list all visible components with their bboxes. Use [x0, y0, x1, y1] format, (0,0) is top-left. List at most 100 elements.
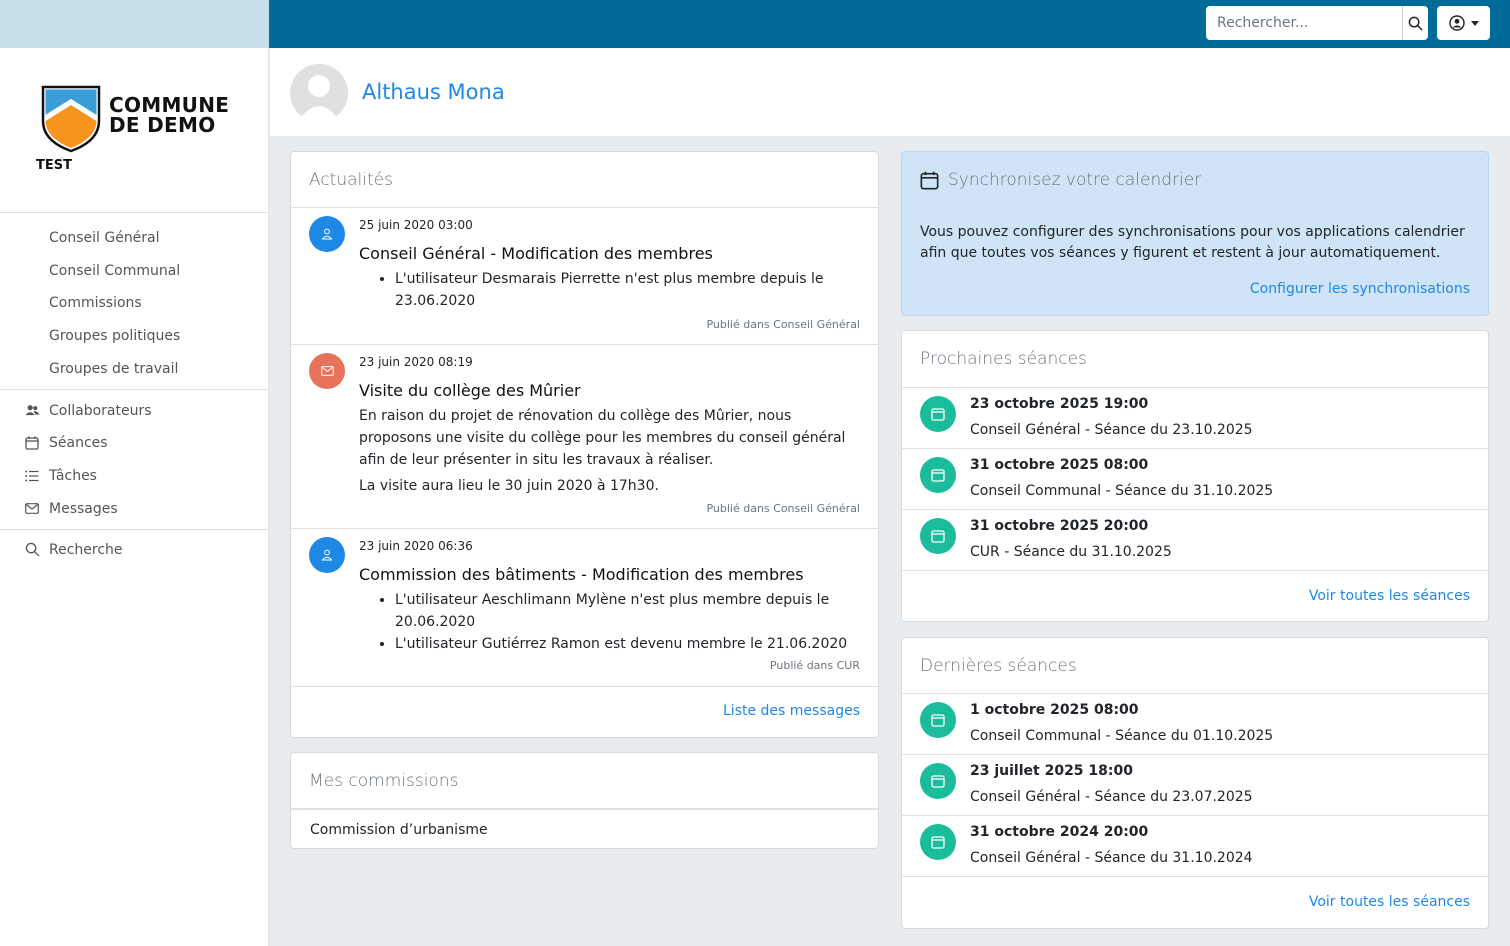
sidebar-item-taches[interactable]: Tâches — [0, 459, 268, 492]
commissions-card-title: Mes commissions — [309, 771, 459, 791]
all-seances-link[interactable]: Voir toutes les séances — [1309, 894, 1470, 910]
news-item: 23 juin 2020 08:19 Visite du collège des… — [291, 345, 878, 529]
news-title[interactable]: Conseil Général - Modification des membr… — [359, 244, 713, 263]
user-icon — [309, 537, 345, 573]
calendar-icon — [920, 763, 956, 799]
logo-line-2: DE DEMO — [109, 113, 216, 137]
environment-badge: TEST — [36, 158, 72, 173]
news-bullet: L'utilisateur Aeschlimann Mylène n'est p… — [395, 589, 860, 633]
sidebar-item-collaborateurs[interactable]: Collaborateurs — [0, 394, 268, 427]
topbar-brand-area — [0, 0, 269, 48]
seance-name: Conseil Général - Séance du 31.10.2024 — [970, 850, 1253, 866]
news-published: Publié dans CUR — [769, 659, 860, 672]
global-search — [1206, 6, 1428, 40]
search-button[interactable] — [1402, 6, 1428, 40]
user-icon — [309, 216, 345, 252]
seance-date: 31 octobre 2025 08:00 — [970, 457, 1149, 473]
user-circle-icon — [1448, 15, 1465, 31]
logo-text: COMMUNE DE DEMO — [109, 95, 229, 135]
sync-description: Vous pouvez configurer des synchronisati… — [920, 224, 1465, 261]
profile-header: Althaus Mona — [270, 48, 1510, 136]
seance-item[interactable]: 31 octobre 2025 08:00 Conseil Communal -… — [902, 449, 1488, 510]
sidebar-item-label: Groupes de travail — [49, 360, 179, 377]
news-title[interactable]: Commission des bâtiments - Modification … — [359, 565, 804, 584]
commissions-card-header: Mes commissions — [291, 753, 878, 809]
all-seances-link[interactable]: Voir toutes les séances — [1309, 588, 1470, 604]
list-icon — [24, 468, 40, 484]
avatar — [290, 64, 348, 122]
news-body: En raison du projet de rénovation du col… — [359, 405, 860, 497]
commission-list-item[interactable]: Commission d’urbanisme — [291, 809, 878, 849]
news-date: 23 juin 2020 06:36 — [359, 539, 473, 553]
sidebar: COMMUNE DE DEMO TEST Conseil Général Con… — [0, 48, 269, 946]
seance-date: 23 juillet 2025 18:00 — [970, 763, 1133, 779]
calendar-icon — [920, 396, 956, 432]
calendar-icon — [24, 435, 40, 451]
sidebar-item-commissions[interactable]: Commissions — [0, 286, 268, 319]
logo-line-1: COMMUNE — [109, 93, 230, 117]
sidebar-item-label: Tâches — [49, 467, 97, 484]
shield-logo-icon — [41, 85, 101, 153]
news-date: 23 juin 2020 08:19 — [359, 355, 473, 369]
sidebar-item-label: Recherche — [49, 541, 123, 558]
calendar-icon — [920, 518, 956, 554]
configure-sync-link[interactable]: Configurer les synchronisations — [1250, 281, 1470, 297]
seance-name: Conseil Général - Séance du 23.10.2025 — [970, 422, 1253, 438]
seance-date: 31 octobre 2024 20:00 — [970, 824, 1149, 840]
search-icon — [1408, 16, 1423, 30]
sidebar-item-label: Conseil Général — [49, 229, 160, 246]
sidebar-item-groupes-de-travail[interactable]: Groupes de travail — [0, 352, 268, 385]
search-input[interactable] — [1206, 6, 1402, 40]
messages-list-link[interactable]: Liste des messages — [723, 703, 860, 719]
news-title[interactable]: Visite du collège des Mûrier — [359, 381, 581, 400]
news-published: Publié dans Conseil Général — [706, 318, 860, 331]
seance-item[interactable]: 31 octobre 2024 20:00 Conseil Général - … — [902, 816, 1488, 877]
sidebar-item-label: Conseil Communal — [49, 262, 181, 279]
commission-name: Commission d’urbanisme — [310, 822, 488, 838]
calendar-icon — [920, 702, 956, 738]
seance-item[interactable]: 31 octobre 2025 20:00 CUR - Séance du 31… — [902, 510, 1488, 571]
sidebar-item-label: Messages — [49, 500, 118, 517]
sidebar-item-groupes-politiques[interactable]: Groupes politiques — [0, 319, 268, 352]
sidebar-divider — [0, 529, 268, 530]
past-card-header: Dernières séances — [902, 638, 1488, 694]
news-published: Publié dans Conseil Général — [706, 502, 860, 515]
commissions-card: Mes commissions Commission d’urbanisme — [290, 752, 879, 849]
news-body: L'utilisateur Aeschlimann Mylène n'est p… — [359, 589, 860, 655]
sidebar-item-conseil-communal[interactable]: Conseil Communal — [0, 254, 268, 287]
past-card-title: Dernières séances — [920, 656, 1077, 676]
sync-card-title: Synchronisez votre calendrier — [948, 170, 1202, 190]
seance-item[interactable]: 1 octobre 2025 08:00 Conseil Communal - … — [902, 694, 1488, 755]
envelope-icon — [24, 501, 40, 517]
user-silhouette-icon — [298, 75, 340, 122]
news-body: L'utilisateur Desmarais Pierrette n'est … — [359, 268, 860, 312]
sidebar-item-messages[interactable]: Messages — [0, 492, 268, 525]
envelope-icon — [309, 353, 345, 389]
seance-item[interactable]: 23 juillet 2025 18:00 Conseil Général - … — [902, 755, 1488, 816]
sidebar-item-label: Groupes politiques — [49, 327, 181, 344]
sidebar-item-seances[interactable]: Séances — [0, 426, 268, 459]
news-date: 25 juin 2020 03:00 — [359, 218, 473, 232]
news-paragraph: La visite aura lieu le 30 juin 2020 à 17… — [359, 478, 659, 494]
news-paragraph: En raison du projet de rénovation du col… — [359, 408, 846, 468]
news-card: Actualités 25 juin 2020 03:00 Conseil Gé… — [290, 151, 879, 738]
sidebar-item-label: Commissions — [49, 294, 142, 311]
sidebar-item-label: Séances — [49, 434, 108, 451]
logo[interactable]: COMMUNE DE DEMO — [41, 85, 241, 155]
sidebar-item-recherche[interactable]: Recherche — [0, 533, 268, 566]
seance-name: Conseil Communal - Séance du 01.10.2025 — [970, 728, 1274, 744]
chevron-down-icon — [1470, 20, 1479, 26]
sidebar-item-conseil-general[interactable]: Conseil Général — [0, 221, 268, 254]
user-menu-button[interactable] — [1437, 6, 1490, 40]
seance-name: CUR - Séance du 31.10.2025 — [970, 544, 1172, 560]
seance-name: Conseil Communal - Séance du 31.10.2025 — [970, 483, 1274, 499]
sidebar-divider — [0, 212, 268, 213]
profile-name[interactable]: Althaus Mona — [362, 80, 505, 104]
upcoming-card-title: Prochaines séances — [920, 349, 1087, 369]
news-bullet: L'utilisateur Desmarais Pierrette n'est … — [395, 268, 860, 312]
seance-date: 1 octobre 2025 08:00 — [970, 702, 1139, 718]
search-icon — [24, 542, 40, 558]
news-bullet: L'utilisateur Gutiérrez Ramon est devenu… — [395, 633, 860, 655]
seance-item[interactable]: 23 octobre 2025 19:00 Conseil Général - … — [902, 388, 1488, 449]
upcoming-card-header: Prochaines séances — [902, 331, 1488, 388]
